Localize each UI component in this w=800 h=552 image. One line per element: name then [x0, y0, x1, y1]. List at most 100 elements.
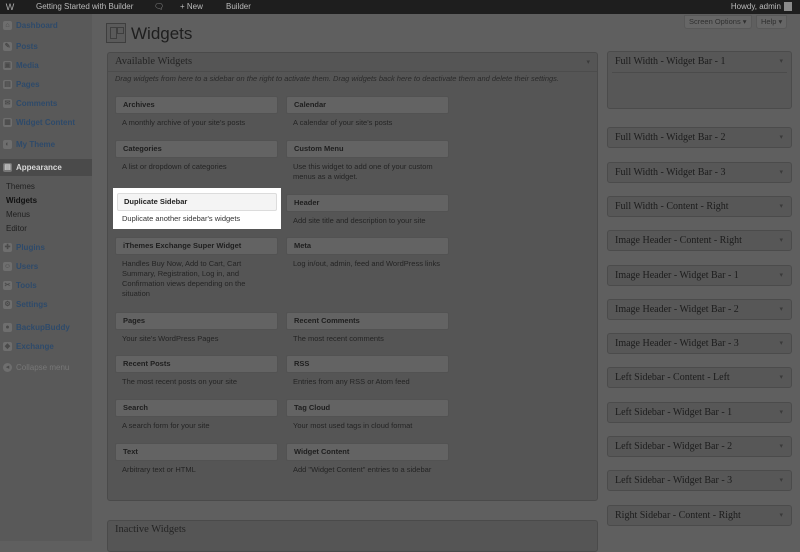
- available-widgets-header[interactable]: Available Widgets ▾: [108, 53, 597, 72]
- menu-exchange[interactable]: ◆ Exchange: [0, 338, 92, 355]
- toggle-arrow-icon[interactable]: ▾: [779, 128, 783, 147]
- sidebar-full-width-widget-bar-2[interactable]: Full Width - Widget Bar - 2 ▾: [607, 127, 792, 148]
- widget-description: Log in/out, admin, feed and WordPress li…: [293, 259, 441, 268]
- menu-backupbuddy[interactable]: ● BackupBuddy: [0, 319, 92, 336]
- sidebar-name: Full Width - Widget Bar - 2: [615, 132, 726, 143]
- widget-archives[interactable]: Archives A monthly archive of your site's…: [115, 96, 278, 128]
- widget-duplicate-sidebar[interactable]: Duplicate Sidebar Duplicate another side…: [113, 188, 281, 229]
- widget-custom-menu[interactable]: Custom Menu Use this widget to add one of…: [286, 140, 449, 182]
- menu-widget-content[interactable]: ▦ Widget Content: [0, 114, 92, 131]
- toggle-arrow-icon[interactable]: ▾: [779, 334, 783, 353]
- widget-text[interactable]: Text Arbitrary text or HTML: [115, 443, 278, 475]
- widget-recent-comments[interactable]: Recent Comments The most recent comments: [286, 312, 449, 344]
- widget-rss[interactable]: RSS Entries from any RSS or Atom feed: [286, 355, 449, 387]
- available-widgets-hint: Drag widgets from here to a sidebar on t…: [115, 74, 559, 83]
- widget-title[interactable]: Widget Content: [286, 443, 449, 461]
- sidebar-image-header-content-right[interactable]: Image Header - Content - Right ▾: [607, 230, 792, 251]
- menu-settings[interactable]: ⚙ Settings: [0, 296, 92, 313]
- menu-label: Settings: [16, 300, 48, 309]
- widget-title[interactable]: Recent Comments: [286, 312, 449, 330]
- submenu-themes[interactable]: Themes: [6, 182, 35, 191]
- widget-meta[interactable]: Meta Log in/out, admin, feed and WordPres…: [286, 237, 449, 269]
- sidebar-left-sidebar-widget-bar-2[interactable]: Left Sidebar - Widget Bar - 2 ▾: [607, 436, 792, 457]
- inactive-widgets-header[interactable]: Inactive Widgets: [108, 521, 597, 539]
- widget-title[interactable]: Tag Cloud: [286, 399, 449, 417]
- widget-description: The most recent comments: [293, 334, 384, 343]
- submenu-editor[interactable]: Editor: [6, 224, 27, 233]
- new-content-link[interactable]: + New: [180, 0, 203, 14]
- toggle-arrow-icon[interactable]: ▾: [779, 471, 783, 490]
- wordpress-logo-icon[interactable]: W: [4, 0, 16, 14]
- sidebar-right-sidebar-content-right[interactable]: Right Sidebar - Content - Right ▾: [607, 505, 792, 526]
- sidebar-name: Left Sidebar - Widget Bar - 1: [615, 407, 733, 418]
- builder-link[interactable]: Builder: [226, 0, 251, 14]
- widget-header[interactable]: Header Add site title and description to …: [286, 194, 449, 226]
- menu-label: Pages: [16, 80, 40, 89]
- sidebar-image-header-widget-bar-2[interactable]: Image Header - Widget Bar - 2 ▾: [607, 299, 792, 320]
- widget-title[interactable]: Search: [115, 399, 278, 417]
- screen-options-button[interactable]: Screen Options ▾: [684, 15, 752, 29]
- sidebar-image-header-widget-bar-3[interactable]: Image Header - Widget Bar - 3 ▾: [607, 333, 792, 354]
- widget-calendar[interactable]: Calendar A calendar of your site's posts: [286, 96, 449, 128]
- sidebar-full-width-widget-bar-3[interactable]: Full Width - Widget Bar - 3 ▾: [607, 162, 792, 183]
- widget-title[interactable]: Duplicate Sidebar: [117, 193, 277, 211]
- collapse-menu-button[interactable]: ◂ Collapse menu: [0, 359, 92, 376]
- menu-pages[interactable]: ▤ Pages: [0, 76, 92, 93]
- sidebar-left-sidebar-widget-bar-3[interactable]: Left Sidebar - Widget Bar - 3 ▾: [607, 470, 792, 491]
- menu-tools[interactable]: ✂ Tools: [0, 277, 92, 294]
- site-name-link[interactable]: Getting Started with Builder: [36, 0, 133, 14]
- widget-search[interactable]: Search A search form for your site: [115, 399, 278, 431]
- widget-categories[interactable]: Categories A list or dropdown of categori…: [115, 140, 278, 172]
- menu-appearance[interactable]: ▤ Appearance: [0, 159, 92, 176]
- sidebar-full-width-content-right[interactable]: Full Width - Content - Right ▾: [607, 196, 792, 217]
- sidebar-full-width-widget-bar-1[interactable]: Full Width - Widget Bar - 1 ▾: [607, 51, 792, 109]
- toggle-arrow-icon[interactable]: ▾: [779, 437, 783, 456]
- widget-pages[interactable]: Pages Your site's WordPress Pages: [115, 312, 278, 344]
- widget-tag-cloud[interactable]: Tag Cloud Your most used tags in cloud fo…: [286, 399, 449, 431]
- widget-title[interactable]: Meta: [286, 237, 449, 255]
- account-menu[interactable]: Howdy, admin: [731, 0, 792, 14]
- submenu-widgets[interactable]: Widgets: [6, 196, 37, 205]
- menu-comments[interactable]: ✉ Comments: [0, 95, 92, 112]
- widget-title[interactable]: Categories: [115, 140, 278, 158]
- toggle-arrow-icon[interactable]: ▾: [779, 300, 783, 319]
- widget-title[interactable]: Text: [115, 443, 278, 461]
- menu-label: Tools: [16, 281, 37, 290]
- widget-title[interactable]: Custom Menu: [286, 140, 449, 158]
- menu-media[interactable]: ▣ Media: [0, 57, 92, 74]
- sidebar-name: Full Width - Widget Bar - 1: [615, 56, 726, 67]
- widget-title[interactable]: Archives: [115, 96, 278, 114]
- toggle-arrow-icon[interactable]: ▾: [779, 52, 783, 71]
- widget-title[interactable]: Pages: [115, 312, 278, 330]
- menu-plugins[interactable]: ✚ Plugins: [0, 239, 92, 256]
- sidebar-left-sidebar-content-left[interactable]: Left Sidebar - Content - Left ▾: [607, 367, 792, 388]
- toggle-arrow-icon[interactable]: ▾: [779, 197, 783, 216]
- sidebar-name: Image Header - Widget Bar - 3: [615, 338, 739, 349]
- widget-title[interactable]: Header: [286, 194, 449, 212]
- widget-widget-content[interactable]: Widget Content Add "Widget Content" entri…: [286, 443, 449, 475]
- menu-dashboard[interactable]: ⌂ Dashboard: [0, 17, 92, 34]
- toggle-arrow-icon[interactable]: ▾: [779, 266, 783, 285]
- widget-title[interactable]: iThemes Exchange Super Widget: [115, 237, 278, 255]
- comments-icon[interactable]: 🗨: [154, 0, 164, 14]
- sidebar-image-header-widget-bar-1[interactable]: Image Header - Widget Bar - 1 ▾: [607, 265, 792, 286]
- widget-drop-area[interactable]: [612, 72, 787, 104]
- toggle-arrow-icon[interactable]: ▾: [779, 403, 783, 422]
- menu-users[interactable]: ☺ Users: [0, 258, 92, 275]
- widget-description: Use this widget to add one of your custo…: [293, 162, 433, 181]
- toggle-arrow-icon[interactable]: ▾: [779, 231, 783, 250]
- submenu-menus[interactable]: Menus: [6, 210, 30, 219]
- widget-title[interactable]: Recent Posts: [115, 355, 278, 373]
- widget-ithemes-exchange-super-widget[interactable]: iThemes Exchange Super Widget Handles Buy…: [115, 237, 278, 299]
- toggle-arrow-icon[interactable]: ▾: [779, 506, 783, 525]
- widget-title[interactable]: RSS: [286, 355, 449, 373]
- help-button[interactable]: Help ▾: [756, 15, 788, 29]
- toggle-arrow-icon[interactable]: ▾: [779, 368, 783, 387]
- widget-recent-posts[interactable]: Recent Posts The most recent posts on you…: [115, 355, 278, 387]
- menu-posts[interactable]: ✎ Posts: [0, 38, 92, 55]
- toggle-arrow-icon[interactable]: ▾: [779, 163, 783, 182]
- toggle-arrow-icon[interactable]: ▾: [586, 53, 590, 71]
- menu-my-theme[interactable]: ◐ My Theme: [0, 136, 92, 153]
- sidebar-left-sidebar-widget-bar-1[interactable]: Left Sidebar - Widget Bar - 1 ▾: [607, 402, 792, 423]
- widget-title[interactable]: Calendar: [286, 96, 449, 114]
